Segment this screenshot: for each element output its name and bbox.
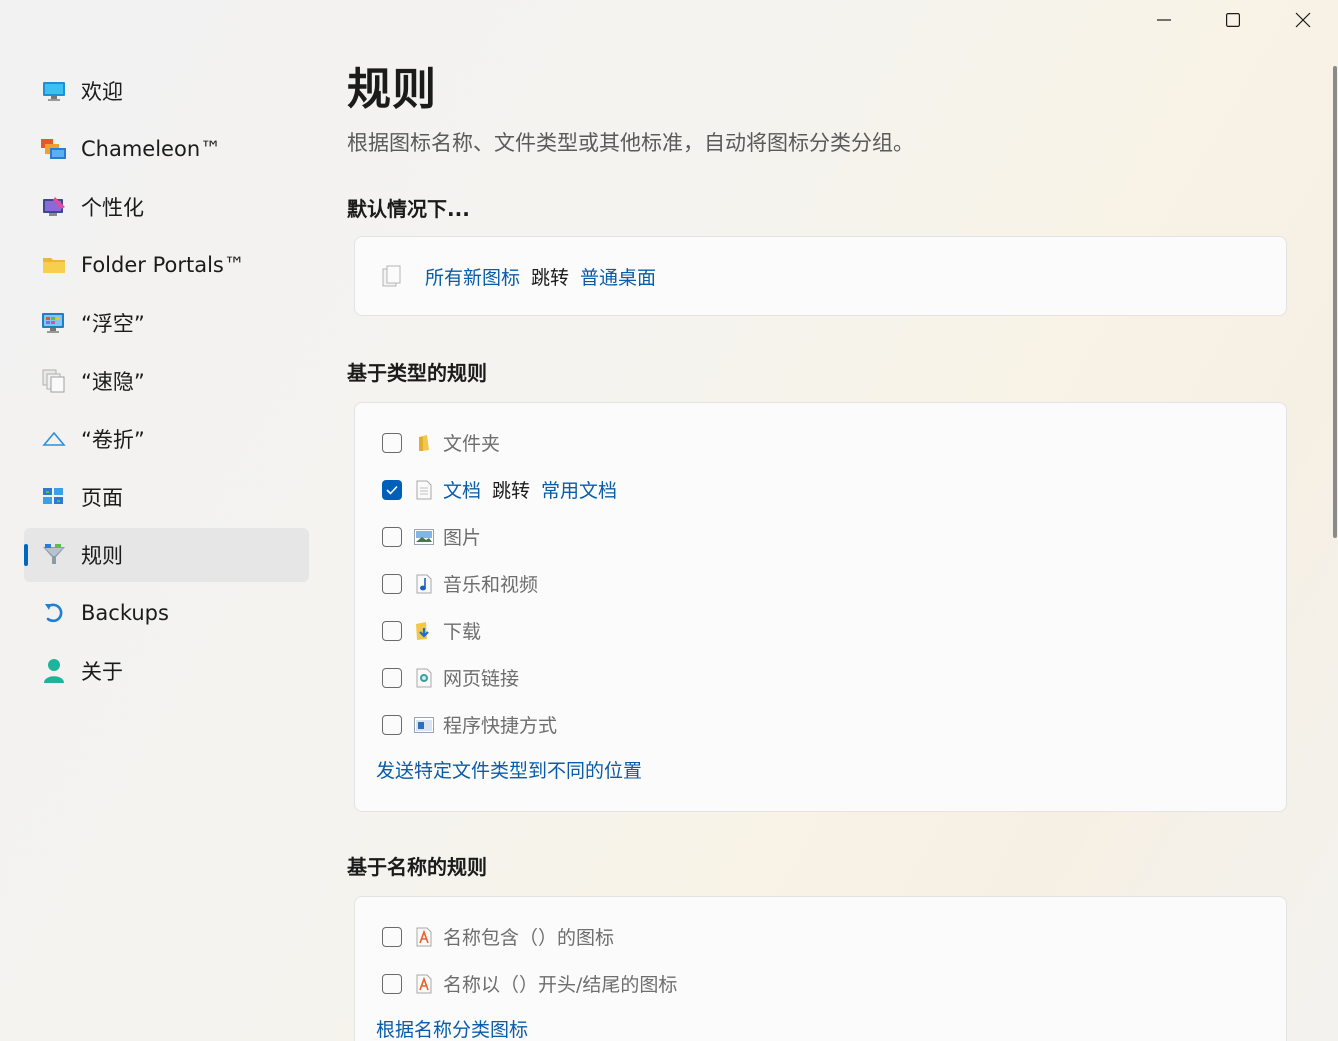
sidebar-item-quick-hide[interactable]: “速隐” — [24, 354, 309, 408]
name-rule-checkbox[interactable] — [382, 926, 402, 947]
about-icon — [41, 658, 67, 684]
sidebar-item-about[interactable]: 关于 — [24, 644, 309, 698]
sidebar-item-label: 规则 — [81, 544, 123, 568]
new-icons-icon — [382, 265, 402, 287]
sidebar-item-label: 个性化 — [81, 196, 144, 220]
sidebar-item-label: 关于 — [81, 660, 123, 684]
download-icon — [414, 620, 434, 642]
name-rule-icon — [414, 926, 434, 948]
type-rules-link[interactable]: 发送特定文件类型到不同的位置 — [355, 748, 1286, 795]
pages-icon — [41, 484, 67, 510]
scrollbar[interactable] — [1332, 66, 1338, 538]
close-button[interactable] — [1268, 0, 1338, 40]
sidebar-item-label: Backups — [81, 601, 169, 625]
sidebar-item-label: “速隐” — [81, 370, 145, 394]
type-rule-checkbox[interactable] — [382, 526, 402, 547]
type-rule-target-link[interactable]: 常用文档 — [541, 476, 617, 503]
document-icon — [414, 479, 434, 501]
sidebar-item-welcome[interactable]: 欢迎 — [24, 64, 309, 118]
name-rule-icon — [414, 973, 434, 995]
type-section-title: 基于类型的规则 — [347, 361, 487, 385]
type-rule-label: 音乐和视频 — [443, 574, 539, 596]
main-content: 规则 根据图标名称、文件类型或其他标准，自动将图标分类分组。 默认情况下... … — [347, 58, 1287, 1041]
page-subtitle: 根据图标名称、文件类型或其他标准，自动将图标分类分组。 — [347, 131, 914, 155]
checkmark-icon — [386, 485, 398, 495]
sidebar-item-pages[interactable]: 页面 — [24, 470, 309, 524]
name-rule-row: 名称包含（）的图标 — [355, 913, 1286, 960]
shortcut-icon — [414, 714, 434, 736]
sidebar-item-label: Folder Portals™ — [81, 253, 245, 277]
minimize-icon — [1157, 19, 1171, 21]
type-rule-row: 音乐和视频 — [355, 560, 1286, 607]
default-section-title: 默认情况下... — [347, 197, 470, 221]
sidebar-item-label: “卷折” — [81, 428, 145, 452]
sidebar-item-roll-up[interactable]: “卷折” — [24, 412, 309, 466]
picture-icon — [414, 526, 434, 548]
personalize-icon — [41, 194, 67, 220]
default-verb: 跳转 — [531, 266, 570, 289]
monitor-icon — [41, 78, 67, 104]
sidebar-item-backups[interactable]: Backups — [24, 586, 309, 640]
music-icon — [414, 573, 434, 595]
close-icon — [1295, 12, 1311, 28]
name-rules-link[interactable]: 根据名称分类图标 — [355, 1007, 1286, 1041]
name-section-title: 基于名称的规则 — [347, 855, 487, 879]
type-rule-label: 下载 — [443, 621, 482, 643]
type-rule-checkbox[interactable] — [382, 573, 402, 594]
name-rules-card: 名称包含（）的图标 名称以（）开头/结尾的图标 根据名称分类图标 — [354, 896, 1287, 1041]
default-target-link[interactable]: 普通桌面 — [580, 263, 656, 290]
type-rule-label: 文件夹 — [443, 433, 501, 455]
weblink-icon — [414, 667, 434, 689]
sidebar-item-label: Chameleon™ — [81, 137, 222, 161]
type-rule-checkbox[interactable] — [382, 479, 402, 500]
type-rule-label-link[interactable]: 文档 — [443, 476, 481, 503]
name-rule-checkbox[interactable] — [382, 973, 402, 994]
sidebar-item-label: 页面 — [81, 486, 123, 510]
type-rule-row: 文件夹 — [355, 419, 1286, 466]
type-rule-row: 程序快捷方式 — [355, 701, 1286, 748]
type-rule-row: 下载 — [355, 607, 1286, 654]
sidebar-item-label: “浮空” — [81, 312, 145, 336]
name-rule-row: 名称以（）开头/结尾的图标 — [355, 960, 1286, 1007]
type-rule-label: 程序快捷方式 — [443, 715, 558, 737]
type-rule-checkbox[interactable] — [382, 620, 402, 641]
default-rule-card: 所有新图标 跳转 普通桌面 — [354, 236, 1287, 316]
folder-icon — [414, 432, 434, 454]
page-title: 规则 — [347, 64, 437, 115]
name-rule-label: 名称以（）开头/结尾的图标 — [443, 974, 678, 996]
sidebar-item-folder-portals[interactable]: Folder Portals™ — [24, 238, 309, 292]
type-rule-checkbox[interactable] — [382, 667, 402, 688]
sidebar-nav: 欢迎 Chameleon™ 个性化 Folder Portals™ “浮空” “… — [24, 64, 309, 702]
minimize-button[interactable] — [1129, 0, 1199, 40]
quick-hide-icon — [41, 368, 67, 394]
type-rule-label: 图片 — [443, 527, 482, 549]
sidebar-item-chameleon[interactable]: Chameleon™ — [24, 122, 309, 176]
float-icon — [41, 310, 67, 336]
type-rules-card: 文件夹 文档 跳转 常用文档 图片 音乐和视频 下载 网页链接 程序快捷方式 发… — [354, 402, 1287, 812]
backup-icon — [41, 600, 67, 626]
type-rule-row: 网页链接 — [355, 654, 1286, 701]
sidebar-item-personalize[interactable]: 个性化 — [24, 180, 309, 234]
type-rule-row: 文档 跳转 常用文档 — [355, 466, 1286, 513]
default-source-link[interactable]: 所有新图标 — [425, 263, 520, 290]
sidebar-item-label: 欢迎 — [81, 80, 123, 104]
roll-up-icon — [41, 426, 67, 452]
name-rule-label: 名称包含（）的图标 — [443, 927, 615, 949]
type-rule-label: 网页链接 — [443, 668, 520, 690]
sidebar-item-rules[interactable]: 规则 — [24, 528, 309, 582]
type-rule-verb: 跳转 — [492, 480, 531, 502]
scrollbar-thumb[interactable] — [1333, 66, 1337, 538]
maximize-button[interactable] — [1198, 0, 1268, 40]
sidebar-item-float[interactable]: “浮空” — [24, 296, 309, 350]
chameleon-icon — [41, 136, 67, 162]
type-rule-checkbox[interactable] — [382, 714, 402, 735]
folder-icon — [41, 252, 67, 278]
rules-icon — [41, 542, 67, 568]
type-rule-checkbox[interactable] — [382, 432, 402, 453]
type-rule-row: 图片 — [355, 513, 1286, 560]
maximize-icon — [1226, 13, 1240, 27]
